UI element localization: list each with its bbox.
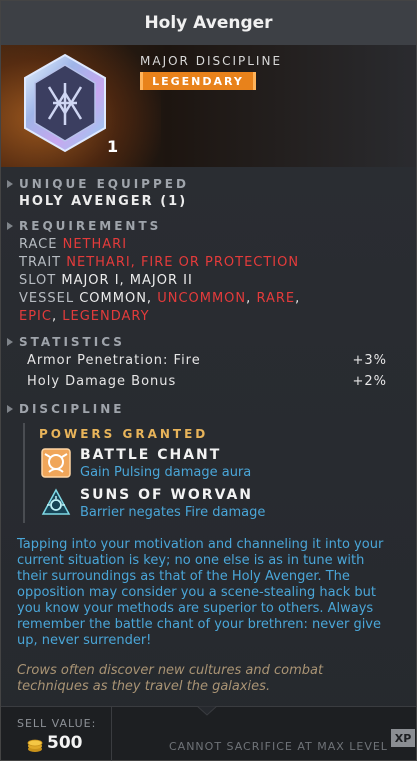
power-name: BATTLE CHANT [80, 447, 222, 463]
unique-equipped-heading: UNIQUE EQUIPPED [7, 177, 189, 191]
req-slot: SLOT MAJOR I, MAJOR II [19, 273, 193, 288]
discipline-description: Tapping into your motivation and channel… [17, 537, 384, 648]
unique-equipped-value: HOLY AVENGER (1) [19, 194, 188, 209]
item-tooltip: Holy Avenger 1 MAJOR DISCIPLINE LEGENDAR… [0, 0, 417, 761]
section-marker-icon [7, 222, 13, 230]
tooltip-footer: SELL VALUE: 500 CANNOT SACRIFICE AT MAX … [1, 706, 416, 761]
statistics-heading: STATISTICS [7, 335, 125, 349]
stat-row: Armor Penetration: Fire +3% [27, 353, 387, 368]
item-title: Holy Avenger [1, 1, 416, 45]
stat-value: +2% [352, 374, 387, 389]
suns-of-worvan-icon[interactable] [41, 488, 71, 518]
stat-label: Holy Damage Bonus [27, 374, 177, 389]
battle-chant-icon[interactable] [41, 448, 71, 478]
stat-row: Holy Damage Bonus +2% [27, 374, 387, 389]
discipline-heading: DISCIPLINE [7, 402, 125, 416]
stat-value: +3% [352, 353, 387, 368]
section-marker-icon [7, 180, 13, 188]
sell-value-label: SELL VALUE: [17, 717, 97, 730]
req-race: RACE NETHARI [19, 237, 128, 252]
section-marker-icon [7, 338, 13, 346]
item-type-label: MAJOR DISCIPLINE [140, 54, 283, 68]
rarity-badge: LEGENDARY [140, 72, 256, 90]
item-count: 1 [107, 137, 119, 156]
power-name: SUNS OF WORVAN [80, 487, 254, 503]
footer-divider [111, 707, 112, 761]
footer-notch-icon [197, 706, 217, 716]
item-header: 1 MAJOR DISCIPLINE LEGENDARY [1, 45, 416, 167]
section-marker-icon [7, 405, 13, 413]
power-desc: Barrier negates Fire damage [80, 505, 266, 520]
powers-granted-heading: POWERS GRANTED [39, 427, 209, 441]
requirements-heading: REQUIREMENTS [7, 219, 161, 233]
req-vessel-cont: EPIC, LEGENDARY [19, 309, 150, 324]
sell-value: 500 [47, 733, 83, 753]
req-vessel: VESSEL COMMON, UNCOMMON, RARE, [19, 291, 301, 306]
discipline-gem-icon [24, 53, 106, 153]
coin-icon [27, 739, 43, 752]
power-desc: Gain Pulsing damage aura [80, 465, 252, 480]
xp-badge[interactable]: XP [391, 729, 415, 747]
stat-label: Armor Penetration: Fire [27, 353, 201, 368]
flavor-text: Crows often discover new cultures and co… [17, 663, 324, 694]
sacrifice-status: CANNOT SACRIFICE AT MAX LEVEL [169, 740, 388, 753]
req-trait: TRAIT NETHARI, FIRE OR PROTECTION [19, 255, 300, 270]
